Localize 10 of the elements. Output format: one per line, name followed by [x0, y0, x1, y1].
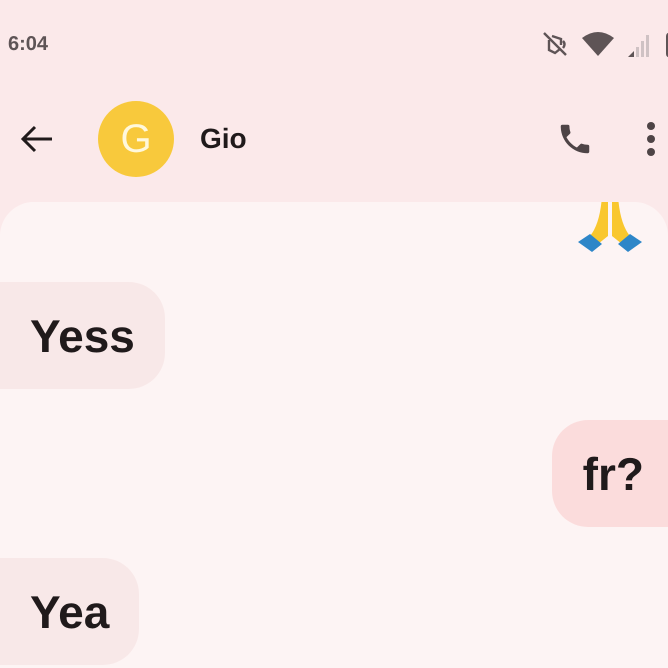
- message-bubble: Yea: [0, 558, 140, 665]
- contact-name: Gio: [200, 123, 248, 155]
- wifi-icon: [582, 31, 614, 57]
- status-time: 6:04: [8, 32, 48, 56]
- message-bubble: Yess: [0, 282, 165, 389]
- message-bubble: fr?: [552, 420, 668, 527]
- back-button[interactable]: [20, 125, 54, 153]
- more-options-button[interactable]: [646, 122, 656, 156]
- contact-avatar: G: [98, 101, 174, 177]
- vibrate-off-icon: [542, 31, 568, 57]
